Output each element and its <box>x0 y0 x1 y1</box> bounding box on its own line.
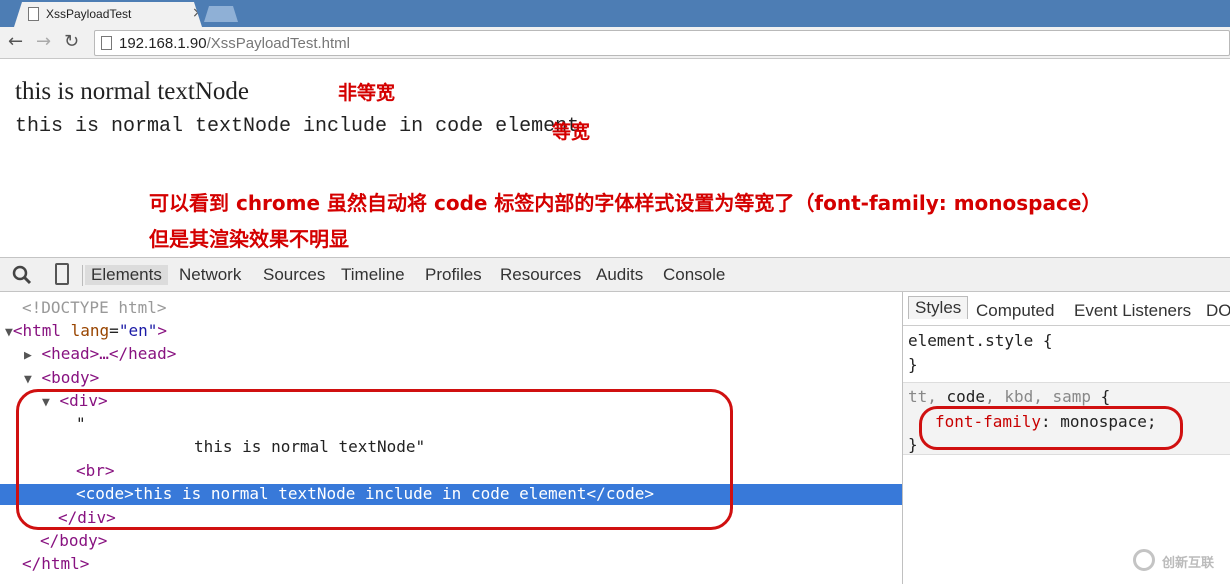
dom-body[interactable]: ▼ <body> <box>24 368 99 387</box>
normal-text-line: this is normal textNode <box>15 78 249 105</box>
styles-tabbar: Styles Computed Event Listeners DO <box>903 296 1230 326</box>
tab-network[interactable]: Network <box>179 265 241 285</box>
tab-computed[interactable]: Computed <box>976 301 1054 321</box>
tab-dom-breakpoints[interactable]: DO <box>1206 301 1230 321</box>
browser-tab[interactable]: XssPayloadTest × <box>14 2 202 27</box>
dom-html[interactable]: ▼<html lang="en"> <box>5 321 167 340</box>
devtools-toolbar: Elements Network Sources Timeline Profil… <box>0 257 1230 292</box>
tab-sources[interactable]: Sources <box>263 265 325 285</box>
dom-head[interactable]: ▶ <head>…</head> <box>24 344 176 363</box>
tab-event-listeners[interactable]: Event Listeners <box>1074 301 1191 321</box>
search-icon[interactable] <box>12 265 32 285</box>
browser-toolbar: ← → ↻ 192.168.1.90/XssPayloadTest.html <box>0 27 1230 59</box>
watermark-text: 创新互联 <box>1162 556 1215 571</box>
reload-icon[interactable]: ↻ <box>64 31 79 52</box>
tab-strip: XssPayloadTest × <box>0 0 1230 27</box>
tab-resources[interactable]: Resources <box>500 265 581 285</box>
expand-triangle-icon[interactable]: ▼ <box>5 325 13 340</box>
annotation-monospace: 等宽 <box>552 121 591 143</box>
page-icon <box>101 36 112 50</box>
page-icon <box>28 7 39 21</box>
back-icon[interactable]: ← <box>8 31 23 52</box>
annotation-non-monospace: 非等宽 <box>338 82 396 104</box>
new-tab-button[interactable] <box>204 6 238 22</box>
rule-close-brace: } <box>908 355 918 374</box>
tab-elements[interactable]: Elements <box>85 265 168 285</box>
collapsed-triangle-icon[interactable]: ▶ <box>24 348 32 363</box>
device-mode-icon[interactable] <box>55 263 69 285</box>
watermark-logo-icon <box>1133 549 1155 571</box>
expand-triangle-icon[interactable]: ▼ <box>24 372 32 387</box>
tab-timeline[interactable]: Timeline <box>341 265 405 285</box>
address-bar[interactable]: 192.168.1.90/XssPayloadTest.html <box>94 30 1230 56</box>
tab-title: XssPayloadTest <box>46 7 132 21</box>
dom-body-close[interactable]: </body> <box>40 531 107 550</box>
ua-rule-selector[interactable]: tt, code, kbd, samp { <box>908 387 1110 406</box>
tab-console[interactable]: Console <box>663 265 725 285</box>
divider <box>82 265 83 286</box>
url-text: 192.168.1.90/XssPayloadTest.html <box>119 35 350 52</box>
close-icon[interactable]: × <box>192 5 202 21</box>
annotation-ring-style <box>919 406 1183 450</box>
annotation-note-line-2: 但是其渲染效果不明显 <box>149 227 349 251</box>
element-style-rule[interactable]: element.style { <box>908 331 1053 350</box>
tab-profiles[interactable]: Profiles <box>425 265 482 285</box>
rule-close-brace: } <box>908 435 918 454</box>
annotation-ring-dom <box>16 389 733 530</box>
forward-icon[interactable]: → <box>36 31 51 52</box>
dom-doctype[interactable]: <!DOCTYPE html> <box>22 298 167 317</box>
code-text-line: this is normal textNode include in code … <box>15 115 580 138</box>
annotation-note-line-1: 可以看到 chrome 虽然自动将 code 标签内部的字体样式设置为等宽了（f… <box>149 191 1102 215</box>
dom-html-close[interactable]: </html> <box>22 554 89 573</box>
tab-styles[interactable]: Styles <box>908 296 969 319</box>
tab-audits[interactable]: Audits <box>596 265 643 285</box>
